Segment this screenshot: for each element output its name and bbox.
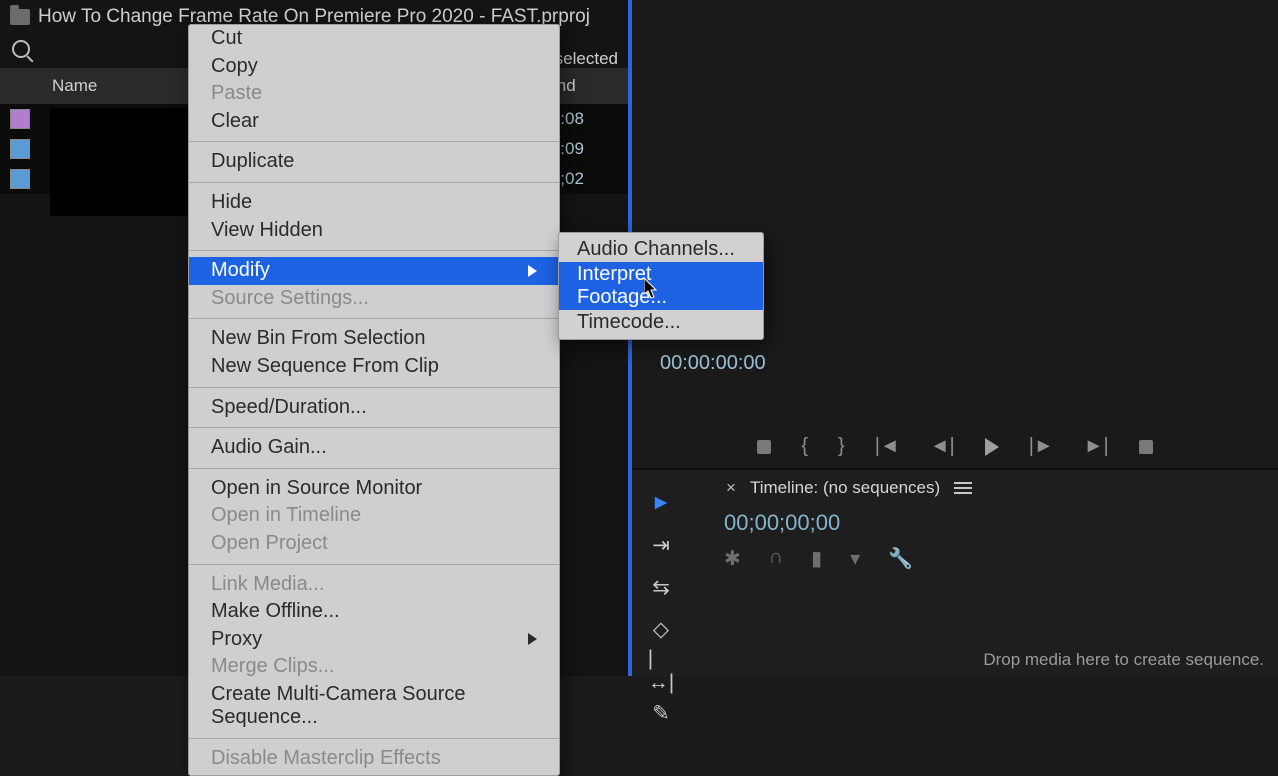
submenu-arrow-icon bbox=[528, 633, 537, 645]
label-swatch[interactable] bbox=[10, 139, 30, 159]
menu-item-source-settings: Source Settings... bbox=[189, 285, 559, 313]
selection-tool-icon[interactable]: ► bbox=[648, 490, 674, 516]
label-swatch[interactable] bbox=[10, 109, 30, 129]
linked-selection-icon[interactable]: ∩ bbox=[769, 546, 783, 571]
menu-item-audio-gain[interactable]: Audio Gain... bbox=[189, 434, 559, 462]
menu-separator bbox=[189, 318, 559, 319]
menu-item-clear[interactable]: Clear bbox=[189, 108, 559, 136]
track-select-icon[interactable]: ⇥ bbox=[648, 532, 674, 558]
timeline-timecode[interactable]: 00;00;00;00 bbox=[632, 506, 1278, 536]
transport-controls: { } |◄ ◄| |► ►| bbox=[632, 435, 1278, 458]
menu-item-cut[interactable]: Cut bbox=[189, 25, 559, 53]
menu-item-new-bin-from-selection[interactable]: New Bin From Selection bbox=[189, 325, 559, 353]
menu-item-open-in-source-monitor[interactable]: Open in Source Monitor bbox=[189, 475, 559, 503]
tool-column: ► ⇥ ⇆ ◇ |↔| ✎ bbox=[648, 490, 674, 726]
timeline-tab-label[interactable]: Timeline: (no sequences) bbox=[750, 478, 940, 498]
menu-separator bbox=[189, 250, 559, 251]
add-marker-icon[interactable]: ▮ bbox=[811, 546, 822, 571]
menu-separator bbox=[189, 738, 559, 739]
submenu-arrow-icon bbox=[528, 265, 537, 277]
menu-item-proxy[interactable]: Proxy bbox=[189, 626, 559, 654]
menu-item-duplicate[interactable]: Duplicate bbox=[189, 148, 559, 176]
menu-separator bbox=[189, 141, 559, 142]
clip-thumbnail[interactable] bbox=[50, 108, 190, 216]
timeline-panel: × Timeline: (no sequences) 00;00;00;00 ✱… bbox=[632, 468, 1278, 676]
go-to-in-icon[interactable]: |◄ bbox=[875, 435, 900, 458]
close-icon[interactable]: × bbox=[726, 478, 736, 498]
timeline-drop-hint: Drop media here to create sequence. bbox=[983, 650, 1264, 670]
timeline-icon-row: ✱ ∩ ▮ ▾ 🔧 bbox=[632, 536, 1278, 571]
submenu-item-timecode[interactable]: Timecode... bbox=[559, 310, 763, 335]
menu-item-merge-clips: Merge Clips... bbox=[189, 653, 559, 681]
bin-icon bbox=[10, 9, 30, 25]
slip-tool-icon[interactable]: |↔| bbox=[648, 658, 674, 684]
razor-tool-icon[interactable]: ◇ bbox=[648, 616, 674, 642]
bracket-out-icon[interactable]: } bbox=[838, 435, 845, 458]
menu-item-copy[interactable]: Copy bbox=[189, 53, 559, 81]
snap-icon[interactable]: ✱ bbox=[724, 546, 741, 571]
pen-tool-icon[interactable]: ✎ bbox=[648, 700, 674, 726]
menu-item-create-multicam[interactable]: Create Multi-Camera Source Sequence... bbox=[189, 681, 559, 732]
menu-separator bbox=[189, 427, 559, 428]
menu-separator bbox=[189, 564, 559, 565]
menu-item-speed-duration[interactable]: Speed/Duration... bbox=[189, 394, 559, 422]
panel-menu-icon[interactable] bbox=[954, 487, 972, 489]
ripple-edit-icon[interactable]: ⇆ bbox=[648, 574, 674, 600]
bracket-in-icon[interactable]: { bbox=[801, 435, 808, 458]
menu-separator bbox=[189, 468, 559, 469]
menu-separator bbox=[189, 182, 559, 183]
menu-item-view-hidden[interactable]: View Hidden bbox=[189, 217, 559, 245]
menu-item-modify[interactable]: Modify bbox=[189, 257, 559, 285]
menu-item-disable-masterclip: Disable Masterclip Effects bbox=[189, 745, 559, 773]
step-back-icon[interactable]: ◄| bbox=[930, 435, 955, 458]
menu-item-link-media: Link Media... bbox=[189, 571, 559, 599]
menu-item-paste: Paste bbox=[189, 80, 559, 108]
go-to-out-icon[interactable]: ►| bbox=[1084, 435, 1109, 458]
timeline-tab-bar: × Timeline: (no sequences) bbox=[632, 470, 1278, 506]
export-frame-icon[interactable] bbox=[1139, 440, 1153, 454]
submenu-item-interpret-footage[interactable]: Interpret Footage... bbox=[559, 262, 763, 310]
program-timecode[interactable]: 00:00:00:00 bbox=[660, 352, 766, 375]
menu-item-open-in-timeline: Open in Timeline bbox=[189, 502, 559, 530]
menu-item-new-sequence-from-clip[interactable]: New Sequence From Clip bbox=[189, 353, 559, 381]
menu-item-hide[interactable]: Hide bbox=[189, 189, 559, 217]
marker-icon[interactable]: ▾ bbox=[850, 546, 860, 571]
mark-in-icon[interactable] bbox=[757, 440, 771, 454]
settings-wrench-icon[interactable]: 🔧 bbox=[888, 546, 913, 571]
step-forward-icon[interactable]: |► bbox=[1029, 435, 1054, 458]
menu-item-make-offline[interactable]: Make Offline... bbox=[189, 598, 559, 626]
menu-item-open-project: Open Project bbox=[189, 530, 559, 558]
search-icon[interactable] bbox=[12, 40, 30, 58]
modify-submenu: Audio Channels... Interpret Footage... T… bbox=[558, 232, 764, 340]
label-swatch[interactable] bbox=[10, 169, 30, 189]
play-icon[interactable] bbox=[985, 438, 999, 456]
context-menu: Cut Copy Paste Clear Duplicate Hide View… bbox=[188, 24, 560, 776]
menu-separator bbox=[189, 387, 559, 388]
submenu-item-audio-channels[interactable]: Audio Channels... bbox=[559, 237, 763, 262]
